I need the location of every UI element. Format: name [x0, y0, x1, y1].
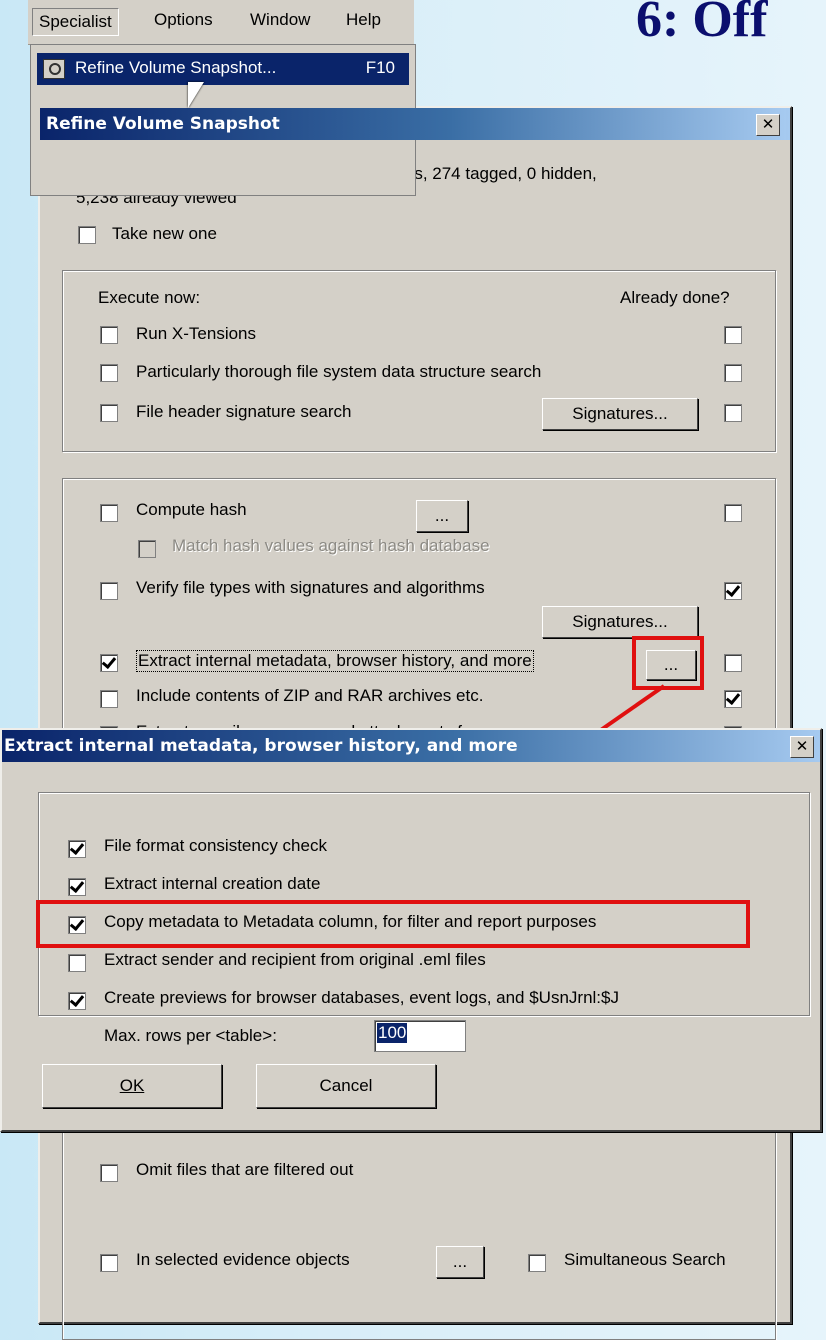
ok-label: OK [119, 1076, 145, 1095]
creation-date-checkbox[interactable] [68, 878, 86, 896]
meta-title-bar[interactable]: Extract internal metadata, browser histo… [2, 730, 820, 762]
eml-sender-checkbox[interactable] [68, 954, 86, 972]
eml-sender-label: Extract sender and recipient from origin… [104, 950, 486, 969]
create-previews-label: Create previews for browser databases, e… [104, 988, 619, 1007]
create-previews-checkbox[interactable] [68, 992, 86, 1010]
ok-button[interactable]: OK [42, 1064, 222, 1108]
cancel-label: Cancel [319, 1076, 373, 1095]
cancel-button[interactable]: Cancel [256, 1064, 436, 1108]
close-icon[interactable]: ✕ [790, 736, 814, 758]
max-rows-input[interactable]: 100 [374, 1020, 466, 1052]
format-consistency-label: File format consistency check [104, 836, 327, 855]
format-consistency-checkbox[interactable] [68, 840, 86, 858]
meta-title: Extract internal metadata, browser histo… [4, 736, 518, 756]
max-rows-value: 100 [377, 1023, 408, 1043]
highlight-copy-metadata [36, 900, 750, 948]
creation-date-label: Extract internal creation date [104, 874, 321, 893]
max-rows-label: Max. rows per <table>: [104, 1026, 277, 1045]
